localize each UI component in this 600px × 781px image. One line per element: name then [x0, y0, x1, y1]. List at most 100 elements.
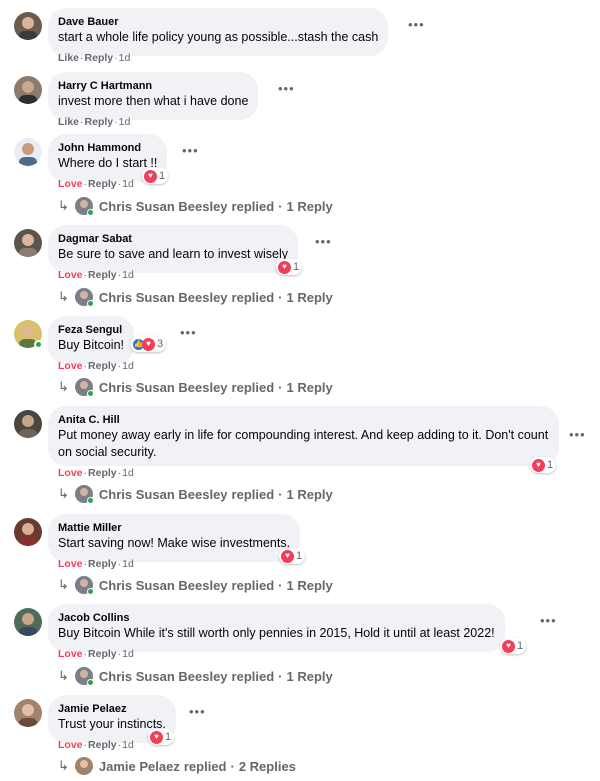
avatar[interactable]: [14, 410, 42, 438]
avatar: [74, 378, 94, 397]
view-replies-link[interactable]: ↳ Jamie Pelaez replied · 2 Replies: [58, 755, 296, 777]
view-replies-link[interactable]: ↳ Chris Susan Beesley replied · 1 Reply: [58, 286, 333, 308]
timestamp[interactable]: 1d: [122, 739, 134, 751]
avatar[interactable]: [14, 138, 42, 166]
more-options-icon[interactable]: •••: [180, 326, 197, 339]
reply-arrow-icon: ↳: [58, 198, 69, 213]
reply-button[interactable]: Reply: [88, 360, 117, 372]
comment-bubble: Mattie Miller Start saving now! Make wis…: [48, 514, 301, 562]
reply-button[interactable]: Reply: [88, 648, 117, 660]
separator: ·: [278, 577, 283, 593]
reaction-badge[interactable]: ♥ 1: [530, 457, 557, 473]
separator: ·: [83, 178, 88, 190]
comment-author[interactable]: Jamie Pelaez: [58, 702, 166, 716]
separator: ·: [80, 52, 84, 64]
avatar[interactable]: [14, 518, 42, 546]
comment-actions: Love·Reply·1d: [58, 558, 134, 570]
avatar: [74, 197, 94, 216]
timestamp[interactable]: 1d: [122, 269, 134, 281]
more-options-icon[interactable]: •••: [278, 82, 295, 95]
reply-button[interactable]: Reply: [85, 116, 114, 128]
view-replies-link[interactable]: ↳ Chris Susan Beesley replied · 1 Reply: [58, 195, 333, 217]
avatar[interactable]: [14, 229, 42, 257]
reaction-badge[interactable]: ♥ 1: [142, 168, 169, 184]
comment-author[interactable]: Jacob Collins: [58, 611, 495, 625]
separator: ·: [114, 52, 118, 64]
like-button[interactable]: Like: [58, 52, 79, 64]
love-button[interactable]: Love: [58, 648, 83, 660]
avatar[interactable]: [14, 12, 42, 40]
love-button[interactable]: Love: [58, 558, 83, 570]
reaction-badge[interactable]: ♥ 1: [279, 548, 306, 564]
timestamp[interactable]: 1d: [122, 558, 134, 570]
comment-author[interactable]: Mattie Miller: [58, 521, 290, 535]
reply-button[interactable]: Reply: [88, 739, 117, 751]
separator: ·: [278, 289, 283, 305]
comment-text: Be sure to save and learn to invest wise…: [58, 247, 288, 261]
view-replies-link[interactable]: ↳ Chris Susan Beesley replied · 1 Reply: [58, 483, 333, 505]
reaction-count: 1: [159, 170, 166, 182]
reaction-badge[interactable]: 👍 ♥ 3: [130, 336, 167, 352]
reaction-badge[interactable]: ♥ 1: [276, 259, 303, 275]
comment-author[interactable]: Dave Bauer: [58, 15, 378, 29]
separator: ·: [278, 198, 283, 214]
more-options-icon[interactable]: •••: [540, 614, 557, 627]
comment-author[interactable]: Feza Sengul: [58, 323, 124, 337]
reply-button[interactable]: Reply: [88, 558, 117, 570]
comment-bubble: Dagmar Sabat Be sure to save and learn t…: [48, 225, 298, 273]
online-indicator: [86, 209, 94, 216]
love-reaction-icon: ♥: [142, 337, 155, 351]
reply-button[interactable]: Reply: [88, 178, 117, 190]
online-indicator: [34, 340, 43, 349]
comment-text: start a whole life policy young as possi…: [58, 30, 379, 44]
love-button[interactable]: Love: [58, 269, 83, 281]
timestamp[interactable]: 1d: [122, 648, 134, 660]
reply-button[interactable]: Reply: [85, 52, 114, 64]
timestamp[interactable]: 1d: [119, 116, 131, 128]
love-reaction-icon: ♥: [150, 730, 163, 744]
comment-author[interactable]: Anita C. Hill: [58, 413, 549, 427]
avatar[interactable]: [14, 608, 42, 636]
comment-text: Buy Bitcoin While it's still worth only …: [58, 626, 495, 640]
more-options-icon[interactable]: •••: [189, 705, 206, 718]
separator: ·: [83, 558, 88, 570]
like-button[interactable]: Like: [58, 116, 79, 128]
avatar[interactable]: [14, 699, 42, 727]
comment-text: Where do I start !!: [58, 156, 158, 170]
reply-author: Chris Susan Beesley: [98, 379, 228, 395]
view-replies-link[interactable]: ↳ Chris Susan Beesley replied · 1 Reply: [58, 376, 333, 398]
reaction-badge[interactable]: ♥ 1: [500, 638, 527, 654]
timestamp[interactable]: 1d: [122, 360, 134, 372]
reaction-count: 1: [517, 640, 524, 652]
comment-author[interactable]: Dagmar Sabat: [58, 232, 288, 246]
comments-feed: Dave Bauer start a whole life policy you…: [0, 0, 600, 781]
separator: ·: [278, 668, 283, 684]
reaction-badge[interactable]: ♥ 1: [148, 729, 175, 745]
reply-author: Chris Susan Beesley: [98, 668, 228, 684]
separator: ·: [278, 379, 283, 395]
timestamp[interactable]: 1d: [122, 178, 134, 190]
separator: ·: [83, 739, 88, 751]
view-replies-link[interactable]: ↳ Chris Susan Beesley replied · 1 Reply: [58, 574, 333, 596]
comment-author[interactable]: John Hammond: [58, 141, 157, 155]
timestamp[interactable]: 1d: [119, 52, 131, 64]
love-reaction-icon: ♥: [532, 458, 545, 472]
avatar[interactable]: [14, 76, 42, 104]
love-reaction-icon: ♥: [502, 639, 515, 653]
love-button[interactable]: Love: [58, 467, 83, 479]
love-button[interactable]: Love: [58, 178, 83, 190]
reply-button[interactable]: Reply: [88, 467, 117, 479]
comment-author[interactable]: Harry C Hartmann: [58, 79, 248, 93]
more-options-icon[interactable]: •••: [182, 144, 199, 157]
comment-bubble: Harry C Hartmann invest more then what i…: [48, 72, 259, 120]
more-options-icon[interactable]: •••: [569, 428, 586, 441]
reply-button[interactable]: Reply: [88, 269, 117, 281]
more-options-icon[interactable]: •••: [315, 235, 332, 248]
reply-arrow-icon: ↳: [58, 486, 69, 501]
view-replies-link[interactable]: ↳ Chris Susan Beesley replied · 1 Reply: [58, 665, 333, 687]
timestamp[interactable]: 1d: [122, 467, 134, 479]
love-button[interactable]: Love: [58, 360, 83, 372]
online-indicator: [86, 390, 94, 397]
love-button[interactable]: Love: [58, 739, 83, 751]
more-options-icon[interactable]: •••: [408, 18, 425, 31]
